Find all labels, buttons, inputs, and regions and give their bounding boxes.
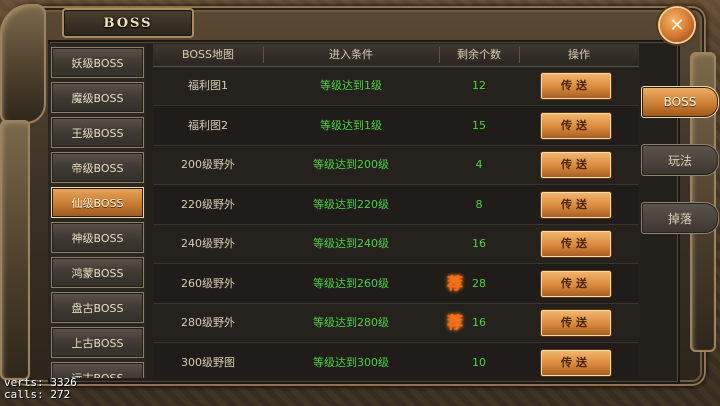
entry-condition: 等级达到1级 (320, 118, 382, 132)
dragon-ornament-top-left (0, 4, 46, 124)
window-title: BOSS (103, 15, 153, 31)
close-icon: ✕ (669, 14, 685, 36)
header-boss-map: BOSS地图 (182, 48, 234, 61)
header-entry-condition: 进入条件 (329, 48, 373, 61)
header-remaining-count: 剩余个数 (457, 48, 501, 61)
teleport-button[interactable]: 传送 (541, 270, 611, 297)
remaining-count: 16 (472, 237, 486, 250)
boss-map-name: 240级野外 (181, 237, 235, 250)
teleport-button[interactable]: 传送 (541, 191, 611, 218)
teleport-button[interactable]: 传送 (541, 152, 611, 178)
remaining-count: 10 (472, 355, 486, 369)
boss-map-name: 260级野外 (181, 276, 235, 290)
entry-condition: 等级达到280级 (313, 316, 389, 329)
entry-condition: 等级达到1级 (320, 79, 382, 92)
boss-tier-menu: 妖级BOSS 魔级BOSS 王级BOSS 帝级BOSS 仙级BOSS 神级BOSS 鸿蒙BO… (48, 44, 146, 378)
teleport-button[interactable]: 传送 (541, 112, 611, 139)
debug-calls-label: calls: (4, 388, 44, 401)
table-row: 240级野外 等级达到240级 16 传送 (153, 225, 639, 264)
action-cell: 传送 (519, 146, 639, 184)
action-cell: 传送 (519, 344, 639, 379)
tab-gameplay[interactable]: 玩法 (641, 144, 719, 176)
table-row: 200级野外 等级达到200级 4 传送 (153, 146, 639, 185)
teleport-button[interactable]: 传送 (541, 310, 611, 336)
table-row: 福利图1 等级达到1级 12 传送 (153, 67, 639, 106)
entry-condition: 等级达到260级 (313, 276, 389, 290)
action-cell: 传送 (519, 107, 639, 145)
teleport-button[interactable]: 传送 (541, 349, 611, 376)
debug-calls-value: 272 (50, 388, 71, 401)
menu-item-boss-tier[interactable]: 魔级BOSS (51, 82, 144, 113)
table-row: 280级野外 等级达到280级荐 16 传送 (153, 304, 639, 343)
menu-item-boss-tier[interactable]: 妖级BOSS (51, 47, 144, 78)
window-title-plate: BOSS (62, 8, 194, 38)
frame-pillar-left (0, 120, 30, 380)
boss-map-name: 300级野图 (181, 355, 235, 369)
header-action: 操作 (568, 48, 590, 61)
menu-item-boss-tier[interactable]: 盘古BOSS (51, 292, 144, 323)
remaining-count: 15 (472, 118, 486, 132)
remaining-count: 16 (472, 316, 486, 329)
entry-condition: 等级达到240级 (313, 237, 389, 250)
table-row: 福利图2 等级达到1级 15 传送 (153, 107, 639, 146)
boss-map-name: 220级野外 (181, 197, 235, 211)
entry-condition: 等级达到200级 (313, 158, 389, 171)
menu-item-boss-tier[interactable]: 帝级BOSS (51, 152, 144, 183)
teleport-button[interactable]: 传送 (541, 73, 611, 99)
action-cell: 传送 (519, 186, 639, 224)
table-header: BOSS地图 进入条件 剩余个数 操作 (153, 44, 639, 67)
table-row: 260级野外 等级达到260级荐 28 传送 (153, 265, 639, 304)
menu-item-boss-tier[interactable]: 上古BOSS (51, 327, 144, 358)
remaining-count: 4 (475, 158, 483, 171)
boss-map-name: 福利图2 (188, 118, 228, 132)
tab-boss[interactable]: BOSS (641, 86, 719, 118)
boss-table: BOSS地图 进入条件 剩余个数 操作 福利图1 等级达到1级 12 传送 福利图2 等级… (153, 44, 639, 378)
boss-map-name: 280级野外 (181, 316, 235, 329)
action-cell: 传送 (519, 265, 639, 303)
teleport-button[interactable]: 传送 (541, 231, 611, 257)
menu-item-boss-tier[interactable]: 神级BOSS (51, 222, 144, 253)
menu-item-boss-tier[interactable]: 王级BOSS (51, 117, 144, 148)
action-cell: 传送 (519, 304, 639, 342)
close-button[interactable]: ✕ (660, 8, 694, 42)
menu-item-boss-tier[interactable]: 鸿蒙BOSS (51, 257, 144, 288)
remaining-count: 28 (472, 276, 486, 290)
boss-map-name: 200级野外 (181, 158, 235, 171)
entry-condition: 等级达到220级 (313, 197, 389, 211)
table-row: 220级野外 等级达到220级 8 传送 (153, 186, 639, 225)
menu-item-boss-tier[interactable]: 仙级BOSS (51, 187, 144, 218)
debug-calls: calls: 272 (4, 389, 70, 401)
remaining-count: 12 (472, 79, 486, 92)
table-row: 300级野图 等级达到300级 10 传送 (153, 344, 639, 379)
action-cell: 传送 (519, 67, 639, 105)
action-cell: 传送 (519, 225, 639, 263)
entry-condition: 等级达到300级 (313, 355, 389, 369)
boss-map-name: 福利图1 (188, 79, 228, 92)
remaining-count: 8 (475, 197, 483, 211)
tab-drops[interactable]: 掉落 (641, 202, 719, 234)
